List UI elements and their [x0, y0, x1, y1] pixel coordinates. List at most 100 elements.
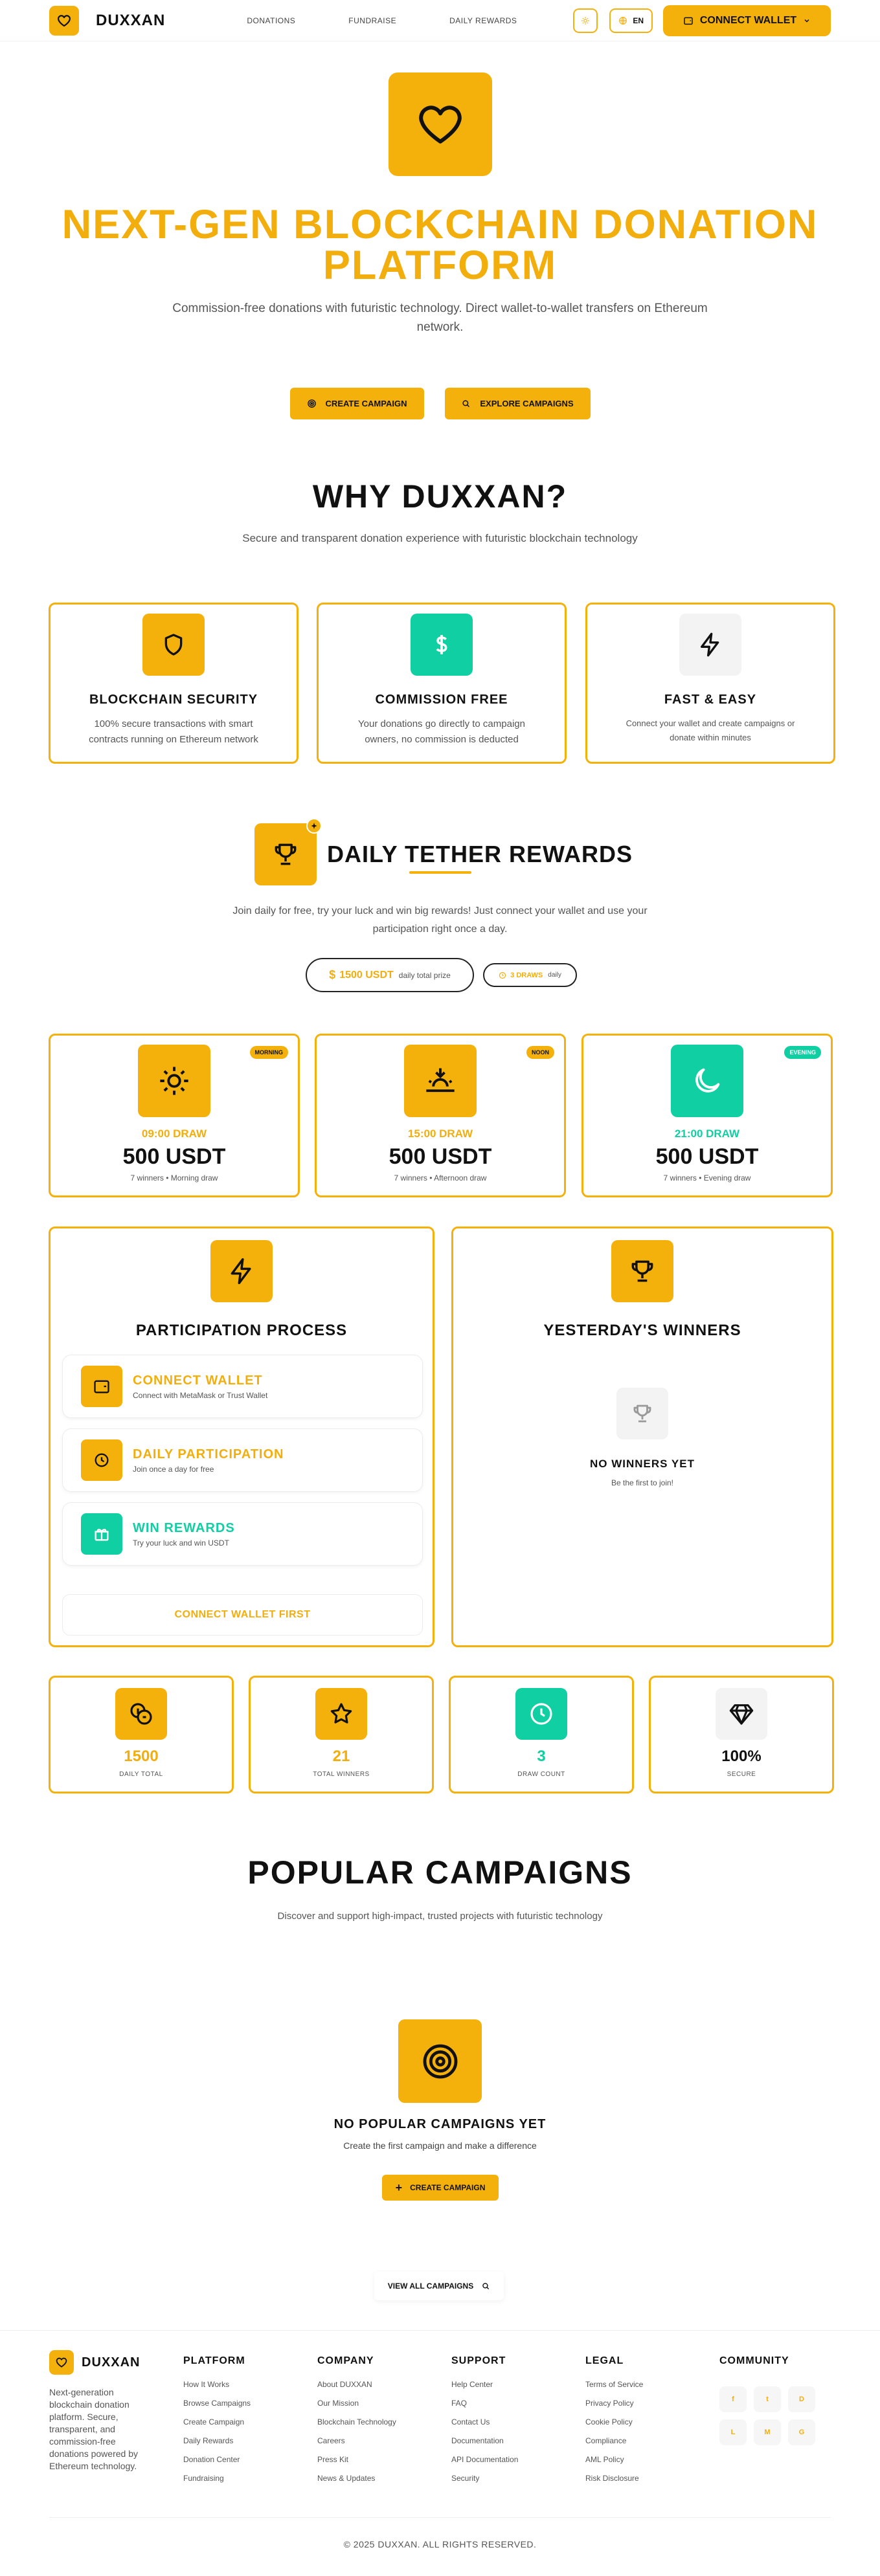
footer-link[interactable]: How It Works [183, 2380, 251, 2399]
feature-text: Your donations go directly to campaign o… [358, 718, 525, 745]
step-sub: Try your luck and win USDT [133, 1538, 229, 1548]
step-daily-participation: DAILY PARTICIPATION Join once a day for … [62, 1428, 423, 1492]
why-title: WHY DUXXAN? [312, 478, 568, 515]
prize-pill: $ 1500 USDT daily total prize [306, 958, 474, 992]
lightning-icon [210, 1240, 273, 1302]
footer-link[interactable]: AML Policy [585, 2455, 643, 2474]
footer-link[interactable]: Privacy Policy [585, 2399, 643, 2417]
trophy-icon [611, 1240, 673, 1302]
footer-link[interactable]: Fundraising [183, 2474, 251, 2493]
brand[interactable]: DUXXAN [49, 5, 165, 36]
social-icon-medium[interactable]: M [754, 2419, 781, 2445]
stat-value: 100% [721, 1748, 762, 1765]
create-campaign-button[interactable]: + CREATE CAMPAIGN [382, 2175, 499, 2201]
no-campaigns-title: NO POPULAR CAMPAIGNS YET [333, 2117, 547, 2131]
footer-link[interactable]: About DUXXAN [317, 2380, 396, 2399]
create-campaign-label: CREATE CAMPAIGN [325, 399, 407, 408]
draw-amount: 500 USDT [655, 1144, 759, 1169]
footer-link[interactable]: API Documentation [451, 2455, 518, 2474]
footer-link[interactable]: Documentation [451, 2436, 518, 2455]
social-icon-twitter[interactable]: t [754, 2386, 781, 2412]
footer-link[interactable]: Compliance [585, 2436, 643, 2455]
theme-toggle-button[interactable] [573, 8, 598, 33]
social-links: f t D L M G [719, 2386, 815, 2445]
social-icon-facebook[interactable]: f [719, 2386, 747, 2412]
draw-badge: MORNING [249, 1046, 288, 1059]
footer-col-company: COMPANY About DUXXAN Our Mission Blockch… [317, 2355, 396, 2493]
feature-text: 100% secure transactions with smart cont… [89, 718, 258, 745]
footer-col-title: COMPANY [317, 2355, 374, 2366]
nav-link-donations[interactable]: DONATIONS [247, 16, 295, 25]
moon-icon [671, 1045, 743, 1117]
footer-link[interactable]: Our Mission [317, 2399, 396, 2417]
connect-wallet-first-button[interactable]: CONNECT WALLET FIRST [62, 1594, 423, 1636]
footer-link[interactable]: Browse Campaigns [183, 2399, 251, 2417]
stat-value: 3 [537, 1748, 546, 1765]
stat-secure: 100% SECURE [649, 1676, 834, 1793]
draw-card-noon: NOON 15:00 DRAW 500 USDT 7 winners • Aft… [315, 1034, 566, 1197]
dollar-icon: $ [329, 968, 336, 981]
globe-icon [618, 16, 633, 25]
trophy-icon [254, 818, 322, 885]
draw-amount: 500 USDT [122, 1144, 226, 1169]
footer-link[interactable]: FAQ [451, 2399, 518, 2417]
step-sub: Join once a day for free [133, 1464, 214, 1474]
coins-icon [115, 1688, 167, 1740]
footer-link[interactable]: Donation Center [183, 2455, 251, 2474]
campaigns-subtitle: Discover and support high-impact, truste… [277, 1911, 603, 1922]
nav-link-fundraise[interactable]: FUNDRAISE [348, 16, 396, 25]
footer-link[interactable]: Careers [317, 2436, 396, 2455]
view-all-campaigns-button[interactable]: VIEW ALL CAMPAIGNS [374, 2272, 504, 2300]
plus-icon: + [395, 2181, 403, 2194]
footer-link[interactable]: Create Campaign [183, 2417, 251, 2436]
yesterdays-winners-card: YESTERDAY'S WINNERS NO WINNERS YET Be th… [451, 1227, 833, 1647]
no-winners-sub: Be the first to join! [611, 1478, 674, 1487]
gift-icon [81, 1513, 122, 1555]
campaigns-title: POPULAR CAMPAIGNS [247, 1854, 633, 1891]
social-icon-discord[interactable]: D [788, 2386, 815, 2412]
social-icon-github[interactable]: G [788, 2419, 815, 2445]
draw-badge: NOON [526, 1046, 554, 1059]
draws-value: 3 DRAWS [510, 971, 543, 979]
prize-label: daily total prize [398, 970, 451, 980]
footer-col-community: COMMUNITY f t D L M G [719, 2355, 815, 2445]
rewards-title: DAILY TETHER REWARDS [327, 841, 633, 867]
footer-link[interactable]: Daily Rewards [183, 2436, 251, 2455]
create-campaign-label: CREATE CAMPAIGN [410, 2183, 486, 2192]
draw-sub: 7 winners • Morning draw [130, 1173, 218, 1183]
winners-title: YESTERDAY'S WINNERS [543, 1322, 741, 1339]
footer-col-title: LEGAL [585, 2355, 624, 2366]
footer-col-legal: LEGAL Terms of Service Privacy Policy Co… [585, 2355, 643, 2493]
feature-title: BLOCKCHAIN SECURITY [89, 693, 258, 707]
draw-time: 09:00 DRAW [141, 1127, 207, 1140]
draw-amount: 500 USDT [389, 1144, 492, 1169]
rewards-header: DAILY TETHER REWARDS [254, 818, 633, 885]
step-connect-wallet: CONNECT WALLET Connect with MetaMask or … [62, 1355, 423, 1418]
footer-link[interactable]: Help Center [451, 2380, 518, 2399]
stat-daily-total: 1500 DAILY TOTAL [49, 1676, 234, 1793]
footer-link[interactable]: Terms of Service [585, 2380, 643, 2399]
connect-wallet-button[interactable]: CONNECT WALLET [663, 5, 831, 36]
footer-link[interactable]: Press Kit [317, 2455, 396, 2474]
footer-link[interactable]: Risk Disclosure [585, 2474, 643, 2493]
social-icon-linkedin[interactable]: L [719, 2419, 747, 2445]
footer-link[interactable]: Contact Us [451, 2417, 518, 2436]
footer-link[interactable]: Blockchain Technology [317, 2417, 396, 2436]
star-icon [315, 1688, 367, 1740]
language-button[interactable]: EN [609, 8, 653, 33]
nav-link-daily-rewards[interactable]: DAILY REWARDS [449, 16, 517, 25]
dollar-icon [411, 614, 473, 676]
footer-link[interactable]: Security [451, 2474, 518, 2493]
trophy-icon [616, 1388, 668, 1439]
footer-divider [49, 2517, 831, 2518]
no-campaigns-sub: Create the first campaign and make a dif… [343, 2140, 537, 2151]
step-title: WIN REWARDS [133, 1520, 235, 1535]
draws-pill: 3 DRAWS daily [483, 963, 577, 987]
footer-link[interactable]: News & Updates [317, 2474, 396, 2493]
step-title: CONNECT WALLET [133, 1373, 263, 1388]
footer-link[interactable]: Cookie Policy [585, 2417, 643, 2436]
draw-time: 15:00 DRAW [407, 1127, 473, 1140]
create-campaign-button[interactable]: CREATE CAMPAIGN [289, 388, 424, 419]
hero-title: NEXT-GEN BLOCKCHAIN DONATION PLATFORM [62, 202, 818, 288]
explore-campaigns-button[interactable]: EXPLORE CAMPAIGNS [444, 388, 591, 419]
